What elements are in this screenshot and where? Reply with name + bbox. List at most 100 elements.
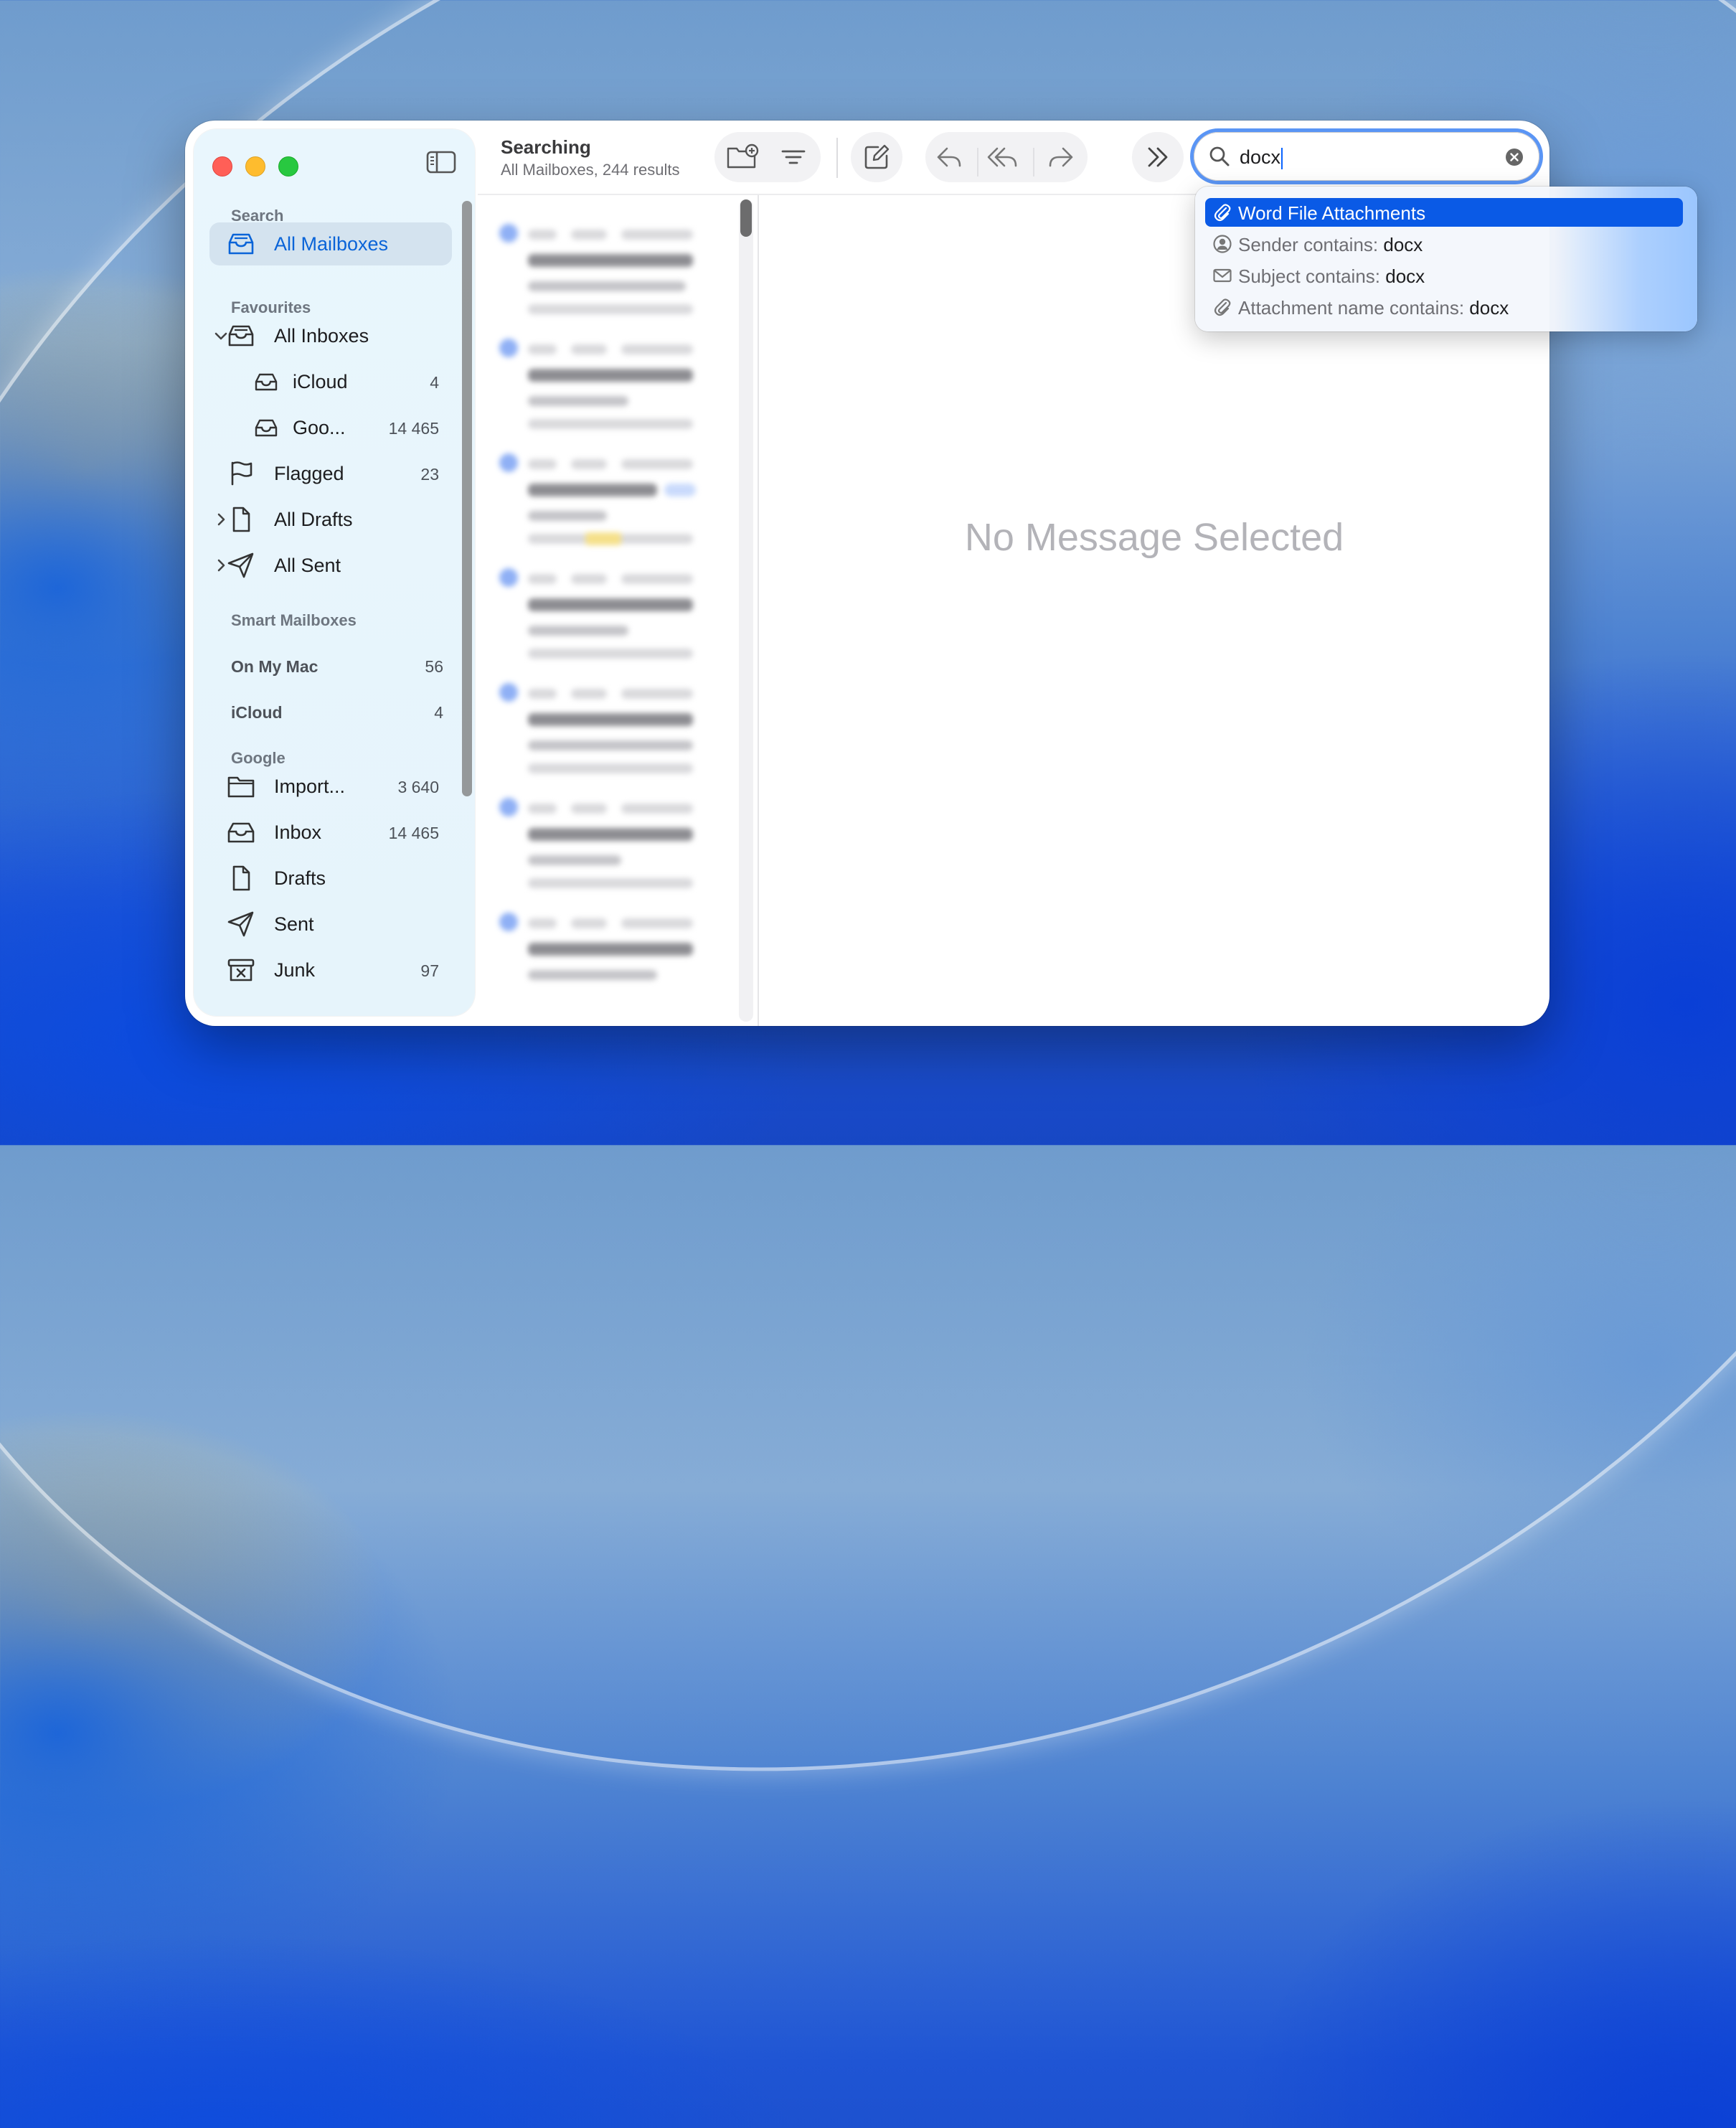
paperclip-icon	[1214, 298, 1231, 316]
clear-search-icon[interactable]	[1505, 148, 1524, 166]
tray-stack-icon	[228, 325, 254, 347]
junk-box-icon	[227, 959, 255, 981]
compose-icon[interactable]	[862, 143, 891, 171]
sidebar-item-label: iCloud	[293, 371, 348, 392]
suggestion-label: Attachment name contains:	[1238, 297, 1470, 319]
sidebar-item-all-mailboxes[interactable]: All Mailboxes	[209, 222, 452, 265]
sidebar-item-label: Import...	[274, 776, 346, 797]
search-input[interactable]: docx	[1194, 132, 1539, 181]
sidebar-item-all-sent[interactable]: All Sent	[209, 544, 452, 587]
suggestion-value: docx	[1385, 265, 1425, 287]
document-icon	[232, 865, 250, 891]
pane-divider[interactable]	[758, 195, 759, 1026]
suggestion-label-wrapper: Sender contains: docx	[1238, 234, 1423, 256]
list-item[interactable]	[499, 798, 707, 905]
sidebar-item-label: Sent	[274, 913, 314, 935]
window-subtitle: All Mailboxes, 244 results	[501, 161, 680, 179]
chevron-double-right-icon[interactable]	[1143, 143, 1172, 171]
tray-icon	[255, 373, 278, 391]
section-header-smart-mailboxes: Smart Mailboxes	[231, 611, 357, 629]
suggestion-value: docx	[1383, 234, 1423, 255]
sidebar-item-flagged[interactable]: Flagged 23	[209, 452, 452, 495]
sidebar-item-sent[interactable]: Sent	[209, 903, 452, 946]
sidebar-toggle-icon[interactable]	[425, 148, 458, 176]
sidebar-item-label: All Inboxes	[274, 325, 369, 347]
list-item[interactable]	[499, 453, 707, 561]
suggestion-label: Subject contains:	[1238, 265, 1386, 287]
paper-plane-icon	[227, 911, 254, 937]
suggestion-value: docx	[1469, 297, 1509, 319]
sidebar-item-icloud-account[interactable]: iCloud 4	[231, 703, 443, 732]
unread-count: 97	[420, 961, 439, 980]
suggestion-label: Word File Attachments	[1238, 202, 1426, 224]
forward-icon[interactable]	[1046, 143, 1075, 171]
tray-icon	[227, 822, 255, 843]
list-item[interactable]	[499, 913, 707, 1020]
empty-state-message: No Message Selected	[964, 516, 1344, 559]
flag-icon	[231, 461, 253, 486]
paper-plane-icon	[227, 552, 254, 578]
sidebar-item-label: Junk	[274, 959, 316, 981]
reply-all-icon[interactable]	[987, 143, 1020, 171]
search-suggestions-menu: Word File Attachments Sender contains: d…	[1195, 187, 1697, 331]
sidebar-item-on-my-mac[interactable]: On My Mac 56	[231, 657, 443, 686]
search-icon	[1209, 146, 1230, 166]
sidebar-item-label: Inbox	[274, 821, 322, 843]
envelope-icon	[1213, 268, 1232, 283]
suggestion-attachment-name-contains[interactable]: Attachment name contains: docx	[1205, 293, 1683, 321]
suggestion-label: Sender contains:	[1238, 234, 1384, 255]
sidebar-item-all-drafts[interactable]: All Drafts	[209, 498, 452, 541]
list-item[interactable]	[499, 224, 707, 331]
sidebar-item-label: All Mailboxes	[274, 233, 389, 255]
filter-icon[interactable]	[779, 143, 808, 171]
unread-count: 14 465	[388, 824, 439, 842]
folder-icon	[227, 776, 255, 798]
search-query: docx	[1240, 146, 1281, 168]
list-item[interactable]	[499, 683, 707, 791]
unread-count: 4	[434, 703, 443, 722]
window-title: Searching	[501, 136, 591, 158]
suggestion-label-wrapper: Subject contains: docx	[1238, 265, 1425, 288]
unread-count: 4	[430, 373, 439, 392]
toolbar-divider	[1033, 148, 1034, 176]
sidebar-item-junk[interactable]: Junk 97	[209, 948, 452, 992]
toolbar-separator	[836, 138, 838, 178]
unread-count: 56	[425, 657, 443, 676]
toolbar-group-compose	[851, 132, 902, 182]
toolbar-group-overflow	[1132, 132, 1184, 182]
message-list-scrollbar-thumb[interactable]	[740, 199, 752, 237]
sidebar-item-all-inboxes[interactable]: All Inboxes	[209, 314, 452, 357]
sidebar-scrollbar[interactable]	[462, 201, 472, 796]
sidebar-item-label: Goo...	[293, 417, 346, 438]
zoom-window-button[interactable]	[278, 156, 298, 176]
sidebar-item-drafts[interactable]: Drafts	[209, 857, 452, 900]
new-mailbox-icon[interactable]	[726, 143, 759, 171]
minimize-window-button[interactable]	[245, 156, 265, 176]
sidebar-item-google-inbox[interactable]: Goo... 14 465	[209, 406, 452, 449]
suggestion-sender-contains[interactable]: Sender contains: docx	[1205, 230, 1683, 258]
message-list-scrollbar-track[interactable]	[739, 199, 753, 1022]
sidebar-item-icloud-inbox[interactable]: iCloud 4	[209, 360, 452, 403]
suggestion-word-file-attachments[interactable]: Word File Attachments	[1205, 198, 1683, 227]
sidebar: Search All Mailboxes Favourites All Inbo…	[194, 129, 475, 1016]
sidebar-item-inbox[interactable]: Inbox 14 465	[209, 811, 452, 854]
list-item[interactable]	[499, 568, 707, 676]
text-caret	[1281, 147, 1283, 169]
toolbar-group-mailbox	[714, 132, 821, 182]
paperclip-icon	[1214, 204, 1231, 222]
document-icon	[232, 507, 250, 532]
sidebar-item-important[interactable]: Import... 3 640	[209, 765, 452, 808]
section-header-icloud: iCloud	[231, 703, 283, 722]
close-window-button[interactable]	[212, 156, 232, 176]
suggestion-label-wrapper: Attachment name contains: docx	[1238, 297, 1509, 319]
suggestion-subject-contains[interactable]: Subject contains: docx	[1205, 261, 1683, 290]
list-item[interactable]	[499, 339, 707, 446]
search-query-wrapper: docx	[1240, 146, 1283, 169]
message-list[interactable]	[478, 195, 758, 1026]
sidebar-item-label: Drafts	[274, 867, 326, 889]
sidebar-item-label: All Sent	[274, 555, 341, 576]
tray-stack-icon	[228, 233, 254, 255]
unread-count: 14 465	[388, 419, 439, 438]
reply-icon[interactable]	[935, 143, 964, 171]
sidebar-item-label: All Drafts	[274, 509, 353, 530]
